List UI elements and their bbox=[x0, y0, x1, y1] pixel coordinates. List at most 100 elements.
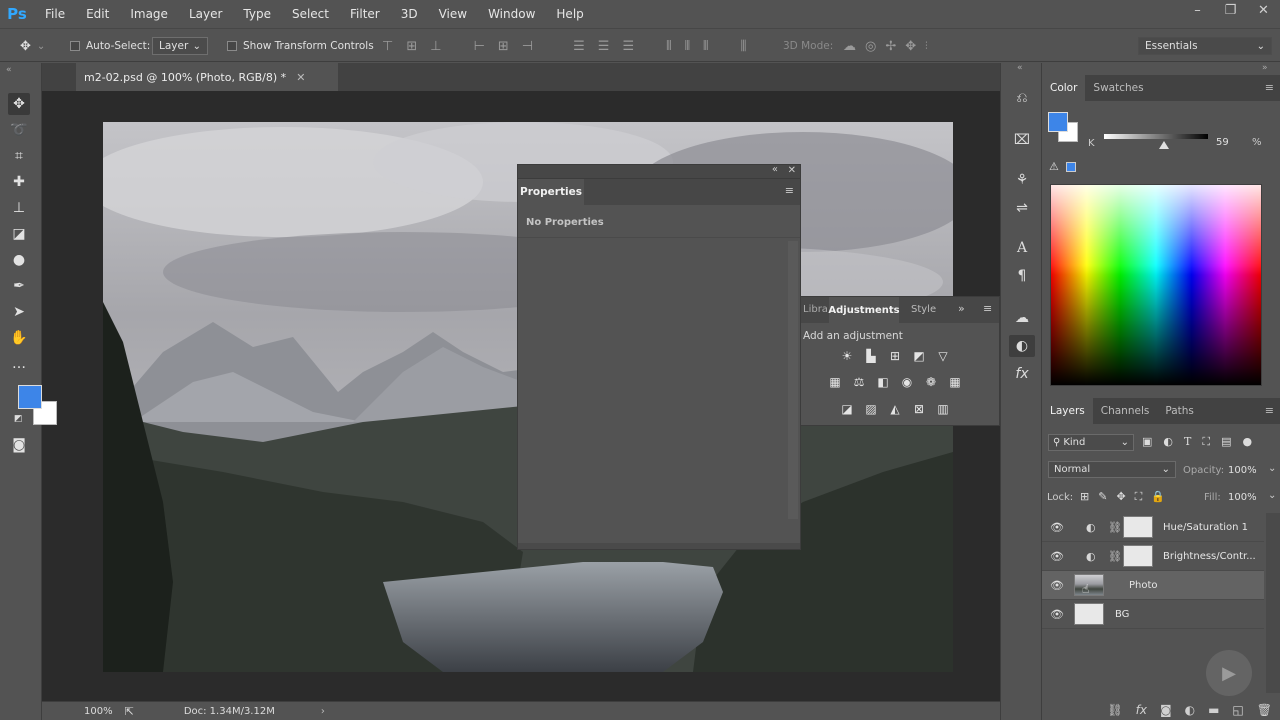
collapse-icon[interactable]: « bbox=[772, 164, 778, 175]
zoom-level[interactable]: 100% bbox=[84, 706, 113, 717]
orbit-3d-icon[interactable]: ☁ bbox=[843, 39, 856, 54]
align-left-icon[interactable]: ⊢ bbox=[474, 39, 485, 54]
brightness-contrast-icon[interactable]: ☀ bbox=[839, 349, 855, 363]
chevron-down-icon[interactable]: ⌄ bbox=[1268, 490, 1276, 501]
path-selection-tool-icon[interactable]: ➤ bbox=[8, 301, 30, 323]
tab-properties[interactable]: Properties bbox=[518, 179, 584, 205]
hand-tool-icon[interactable]: ✋ bbox=[8, 327, 30, 349]
new-group-icon[interactable]: ▬ bbox=[1208, 703, 1219, 717]
distribute-vcenter-icon[interactable]: ☰ bbox=[598, 39, 610, 54]
filter-smart-object-icon[interactable]: ▤ bbox=[1221, 435, 1231, 449]
roll-3d-icon[interactable]: ◎ bbox=[865, 39, 876, 54]
tab-libraries[interactable]: Libra bbox=[803, 304, 828, 315]
lock-position-icon[interactable]: ✥ bbox=[1116, 490, 1125, 504]
gradient-map-icon[interactable]: ▥ bbox=[935, 402, 951, 416]
black-white-icon[interactable]: ◧ bbox=[875, 375, 891, 389]
clone-stamp-tool-icon[interactable]: ⊥ bbox=[8, 197, 30, 219]
default-colors-icon[interactable]: ◩ bbox=[14, 414, 23, 424]
menu-type[interactable]: Type bbox=[232, 0, 281, 28]
layer-row-brightness-contrast[interactable]: 👁 ◐ ⛓ Brightness/Contr... bbox=[1042, 542, 1264, 571]
layer-row-hue-saturation[interactable]: 👁 ◐ ⛓ Hue/Saturation 1 bbox=[1042, 513, 1264, 542]
export-icon[interactable]: ⇱ bbox=[125, 705, 134, 718]
add-mask-icon[interactable]: ◙ bbox=[1160, 703, 1172, 717]
styles-icon[interactable]: fx bbox=[1009, 363, 1035, 385]
adjustments-icon[interactable]: ◐ bbox=[1009, 335, 1035, 357]
vibrance-icon[interactable]: ▽ bbox=[935, 349, 951, 363]
brush-settings-icon[interactable]: ⚘ bbox=[1009, 169, 1035, 191]
menu-window[interactable]: Window bbox=[477, 0, 545, 28]
workspace-switcher[interactable]: Essentials ⌄ bbox=[1138, 37, 1272, 55]
layer-name[interactable]: Hue/Saturation 1 bbox=[1163, 522, 1248, 533]
link-icon[interactable]: ⛓ bbox=[1108, 550, 1122, 563]
filter-pixel-icon[interactable]: ▣ bbox=[1142, 435, 1152, 449]
tab-swatches[interactable]: Swatches bbox=[1085, 75, 1151, 101]
align-bottom-icon[interactable]: ⊥ bbox=[430, 39, 441, 54]
healing-brush-tool-icon[interactable]: ✚ bbox=[8, 171, 30, 193]
auto-select-checkbox[interactable]: Auto-Select: bbox=[70, 29, 150, 63]
slide-3d-icon[interactable]: ✥ bbox=[905, 39, 916, 54]
tab-paths[interactable]: Paths bbox=[1157, 398, 1202, 424]
filter-toggle-icon[interactable]: ● bbox=[1242, 435, 1252, 449]
quick-mask-icon[interactable]: ◙ bbox=[8, 434, 30, 456]
layer-name[interactable]: BG bbox=[1115, 609, 1129, 620]
curves-icon[interactable]: ⊞ bbox=[887, 349, 903, 363]
more-tabs-icon[interactable]: » bbox=[958, 302, 965, 315]
foreground-color-swatch[interactable] bbox=[1048, 112, 1068, 132]
menu-filter[interactable]: Filter bbox=[339, 0, 390, 28]
distribute-top-icon[interactable]: ☰ bbox=[573, 39, 585, 54]
panel-menu-icon[interactable]: ≡ bbox=[1265, 75, 1274, 101]
play-overlay-icon[interactable]: ▶ bbox=[1206, 650, 1252, 696]
pan-3d-icon[interactable]: ✢ bbox=[885, 39, 896, 54]
layer-name[interactable]: Brightness/Contr... bbox=[1163, 551, 1256, 562]
checkbox-box[interactable] bbox=[227, 41, 237, 51]
opacity-value[interactable]: 100% bbox=[1228, 465, 1257, 476]
scale-3d-icon[interactable]: ⫶ bbox=[925, 41, 928, 52]
photo-filter-icon[interactable]: ◉ bbox=[899, 375, 915, 389]
layer-filter-dropdown[interactable]: ⚲ Kind ⌄ bbox=[1048, 434, 1134, 451]
slider-value[interactable]: 59 bbox=[1216, 137, 1229, 148]
channel-mixer-icon[interactable]: ❁ bbox=[923, 375, 939, 389]
lasso-tool-icon[interactable]: ➰ bbox=[8, 119, 30, 141]
selective-color-icon[interactable]: ⊠ bbox=[911, 402, 927, 416]
exposure-icon[interactable]: ◩ bbox=[911, 349, 927, 363]
menu-edit[interactable]: Edit bbox=[75, 0, 119, 28]
close-panel-icon[interactable]: ✕ bbox=[788, 165, 796, 176]
eye-icon[interactable]: 👁 bbox=[1050, 579, 1064, 592]
tab-styles[interactable]: Style bbox=[911, 304, 936, 315]
auto-align-icon[interactable]: ⫼ bbox=[741, 39, 747, 54]
layer-mask-thumbnail[interactable] bbox=[1123, 545, 1153, 567]
libraries-icon[interactable]: ☁ bbox=[1009, 307, 1035, 329]
collapse-arrows-icon[interactable]: « bbox=[6, 65, 12, 75]
k-slider-thumb[interactable] bbox=[1159, 141, 1169, 149]
new-adjustment-layer-icon[interactable]: ◐ bbox=[1185, 703, 1195, 717]
lock-all-icon[interactable]: 🔒 bbox=[1151, 490, 1165, 504]
link-icon[interactable]: ⛓ bbox=[1108, 521, 1122, 534]
out-of-gamut-warning-icon[interactable]: ⚠ bbox=[1049, 160, 1059, 173]
layer-thumbnail[interactable] bbox=[1074, 603, 1104, 625]
collapse-arrows-icon[interactable]: » bbox=[1262, 63, 1268, 73]
eye-icon[interactable]: 👁 bbox=[1050, 550, 1064, 563]
menu-view[interactable]: View bbox=[428, 0, 477, 28]
fill-value[interactable]: 100% bbox=[1228, 492, 1257, 503]
clone-source-icon[interactable]: ⇌ bbox=[1009, 197, 1035, 219]
posterize-icon[interactable]: ▨ bbox=[863, 402, 879, 416]
lock-artboard-icon[interactable]: ⛶ bbox=[1135, 490, 1143, 504]
panel-menu-icon[interactable]: ≡ bbox=[983, 302, 992, 315]
crop-tool-icon[interactable]: ⌗ bbox=[8, 145, 30, 167]
history-icon[interactable]: ⎌ bbox=[1009, 87, 1035, 109]
move-tool-preset[interactable]: ✥ ⌄ bbox=[20, 29, 45, 63]
menu-file[interactable]: File bbox=[34, 0, 75, 28]
tab-adjustments[interactable]: Adjustments bbox=[828, 297, 900, 323]
lock-pixels-icon[interactable]: ✎ bbox=[1098, 490, 1107, 504]
checkbox-box[interactable] bbox=[70, 41, 80, 51]
minimize-button[interactable]: – bbox=[1181, 0, 1214, 24]
foreground-color-swatch[interactable] bbox=[18, 385, 42, 409]
eraser-tool-icon[interactable]: ◪ bbox=[8, 223, 30, 245]
brush-presets-icon[interactable]: ⌧ bbox=[1009, 129, 1035, 151]
layers-scrollbar[interactable] bbox=[1266, 513, 1280, 693]
menu-image[interactable]: Image bbox=[119, 0, 178, 28]
color-balance-icon[interactable]: ⚖ bbox=[851, 375, 867, 389]
new-layer-icon[interactable]: ◱ bbox=[1232, 703, 1243, 717]
blur-tool-icon[interactable]: ● bbox=[8, 249, 30, 271]
distribute-hcenter-icon[interactable]: ⫴ bbox=[685, 39, 690, 54]
